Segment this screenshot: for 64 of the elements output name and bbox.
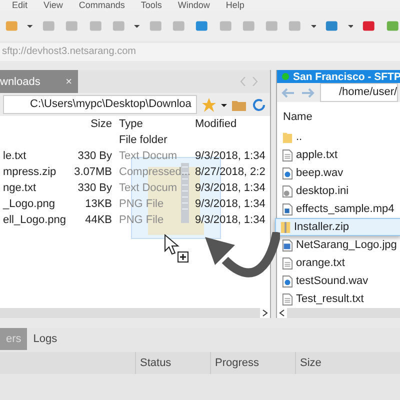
file-row[interactable]: Installer.zip <box>275 218 400 236</box>
file-type: Text Docum <box>118 149 178 164</box>
column-header[interactable]: Type <box>116 116 192 132</box>
column-header[interactable]: Size <box>295 352 385 374</box>
file-row[interactable]: Test_result.txt <box>277 290 400 308</box>
text-file-icon <box>282 292 293 306</box>
path-field[interactable]: /home/user/ <box>320 83 398 102</box>
file-type: PNG File <box>118 197 165 212</box>
menu-item[interactable]: Window <box>178 0 210 11</box>
menu-item[interactable]: Help <box>226 0 244 11</box>
file-modified: 9/3/2018, 1:34 <box>194 197 266 212</box>
file-row[interactable]: beep.wav <box>277 164 400 182</box>
settings-file-icon <box>282 184 293 198</box>
file-row[interactable]: effects_sample.mp4 <box>277 200 400 218</box>
file-row[interactable]: NetSarang_Logo.jpg <box>277 236 400 254</box>
panel-tab[interactable]: Logs <box>27 328 64 350</box>
file-type: Compressed... <box>118 165 192 180</box>
menu-item[interactable]: Tools <box>140 0 162 11</box>
chevron-left-icon[interactable] <box>240 77 246 86</box>
menu-item[interactable]: View <box>44 0 63 11</box>
file-name[interactable]: le.txt <box>0 148 66 164</box>
column-header[interactable]: Name <box>277 102 400 124</box>
text-file-icon <box>282 256 293 270</box>
cursor-icon <box>164 234 190 264</box>
column-header[interactable]: Progress <box>210 352 295 374</box>
file-row[interactable]: apple.txt <box>277 146 400 164</box>
file-name[interactable]: mpress.zip <box>0 164 66 180</box>
file-row[interactable]: orange.txt <box>277 254 400 272</box>
file-size: 13KB <box>84 197 113 212</box>
image-file-icon <box>282 238 293 252</box>
audio-file-icon <box>282 166 293 180</box>
session-tab[interactable]: wnloads × <box>0 70 78 93</box>
file-type: PNG File <box>118 213 165 228</box>
file-type: File folder <box>118 133 168 148</box>
file-name[interactable]: _Logo.png <box>0 196 66 212</box>
star-icon[interactable] <box>201 96 217 112</box>
path-field[interactable]: C:\Users\mypc\Desktop\Downloa <box>3 95 197 114</box>
menu-item[interactable]: Commands <box>78 0 125 11</box>
file-size: 330 By <box>76 181 113 196</box>
file-row[interactable]: desktop.ini <box>277 182 400 200</box>
file-row[interactable]: testSound.wav <box>277 272 400 290</box>
refresh-icon[interactable] <box>251 96 267 112</box>
file-row[interactable]: .. <box>277 128 400 146</box>
column-header[interactable]: Modified <box>192 116 270 132</box>
text-file-icon <box>282 148 293 162</box>
column-header[interactable]: Size <box>66 116 116 132</box>
video-file-icon <box>282 202 293 216</box>
file-size: 44KB <box>84 213 113 228</box>
file-size: 3.07MB <box>73 165 113 180</box>
file-modified: 8/27/2018, 2:2 <box>194 165 266 180</box>
column-header[interactable]: Status <box>135 352 210 374</box>
scroll-right-icon[interactable] <box>260 308 270 318</box>
scroll-left-icon[interactable] <box>277 308 287 318</box>
zip-folder-icon <box>280 220 291 234</box>
file-modified: 9/3/2018, 1:34 <box>194 181 266 196</box>
file-size: 330 By <box>76 149 113 164</box>
file-name[interactable]: nge.txt <box>0 180 66 196</box>
file-modified: 9/3/2018, 1:34 <box>194 149 266 164</box>
menu-item[interactable]: Edit <box>12 0 28 11</box>
chevron-right-icon[interactable] <box>252 77 258 86</box>
audio-file-icon <box>282 274 293 288</box>
file-name[interactable]: ell_Logo.png <box>0 212 66 228</box>
file-type: Text Docum <box>118 181 178 196</box>
file-modified: 9/3/2018, 1:34 <box>194 213 266 228</box>
